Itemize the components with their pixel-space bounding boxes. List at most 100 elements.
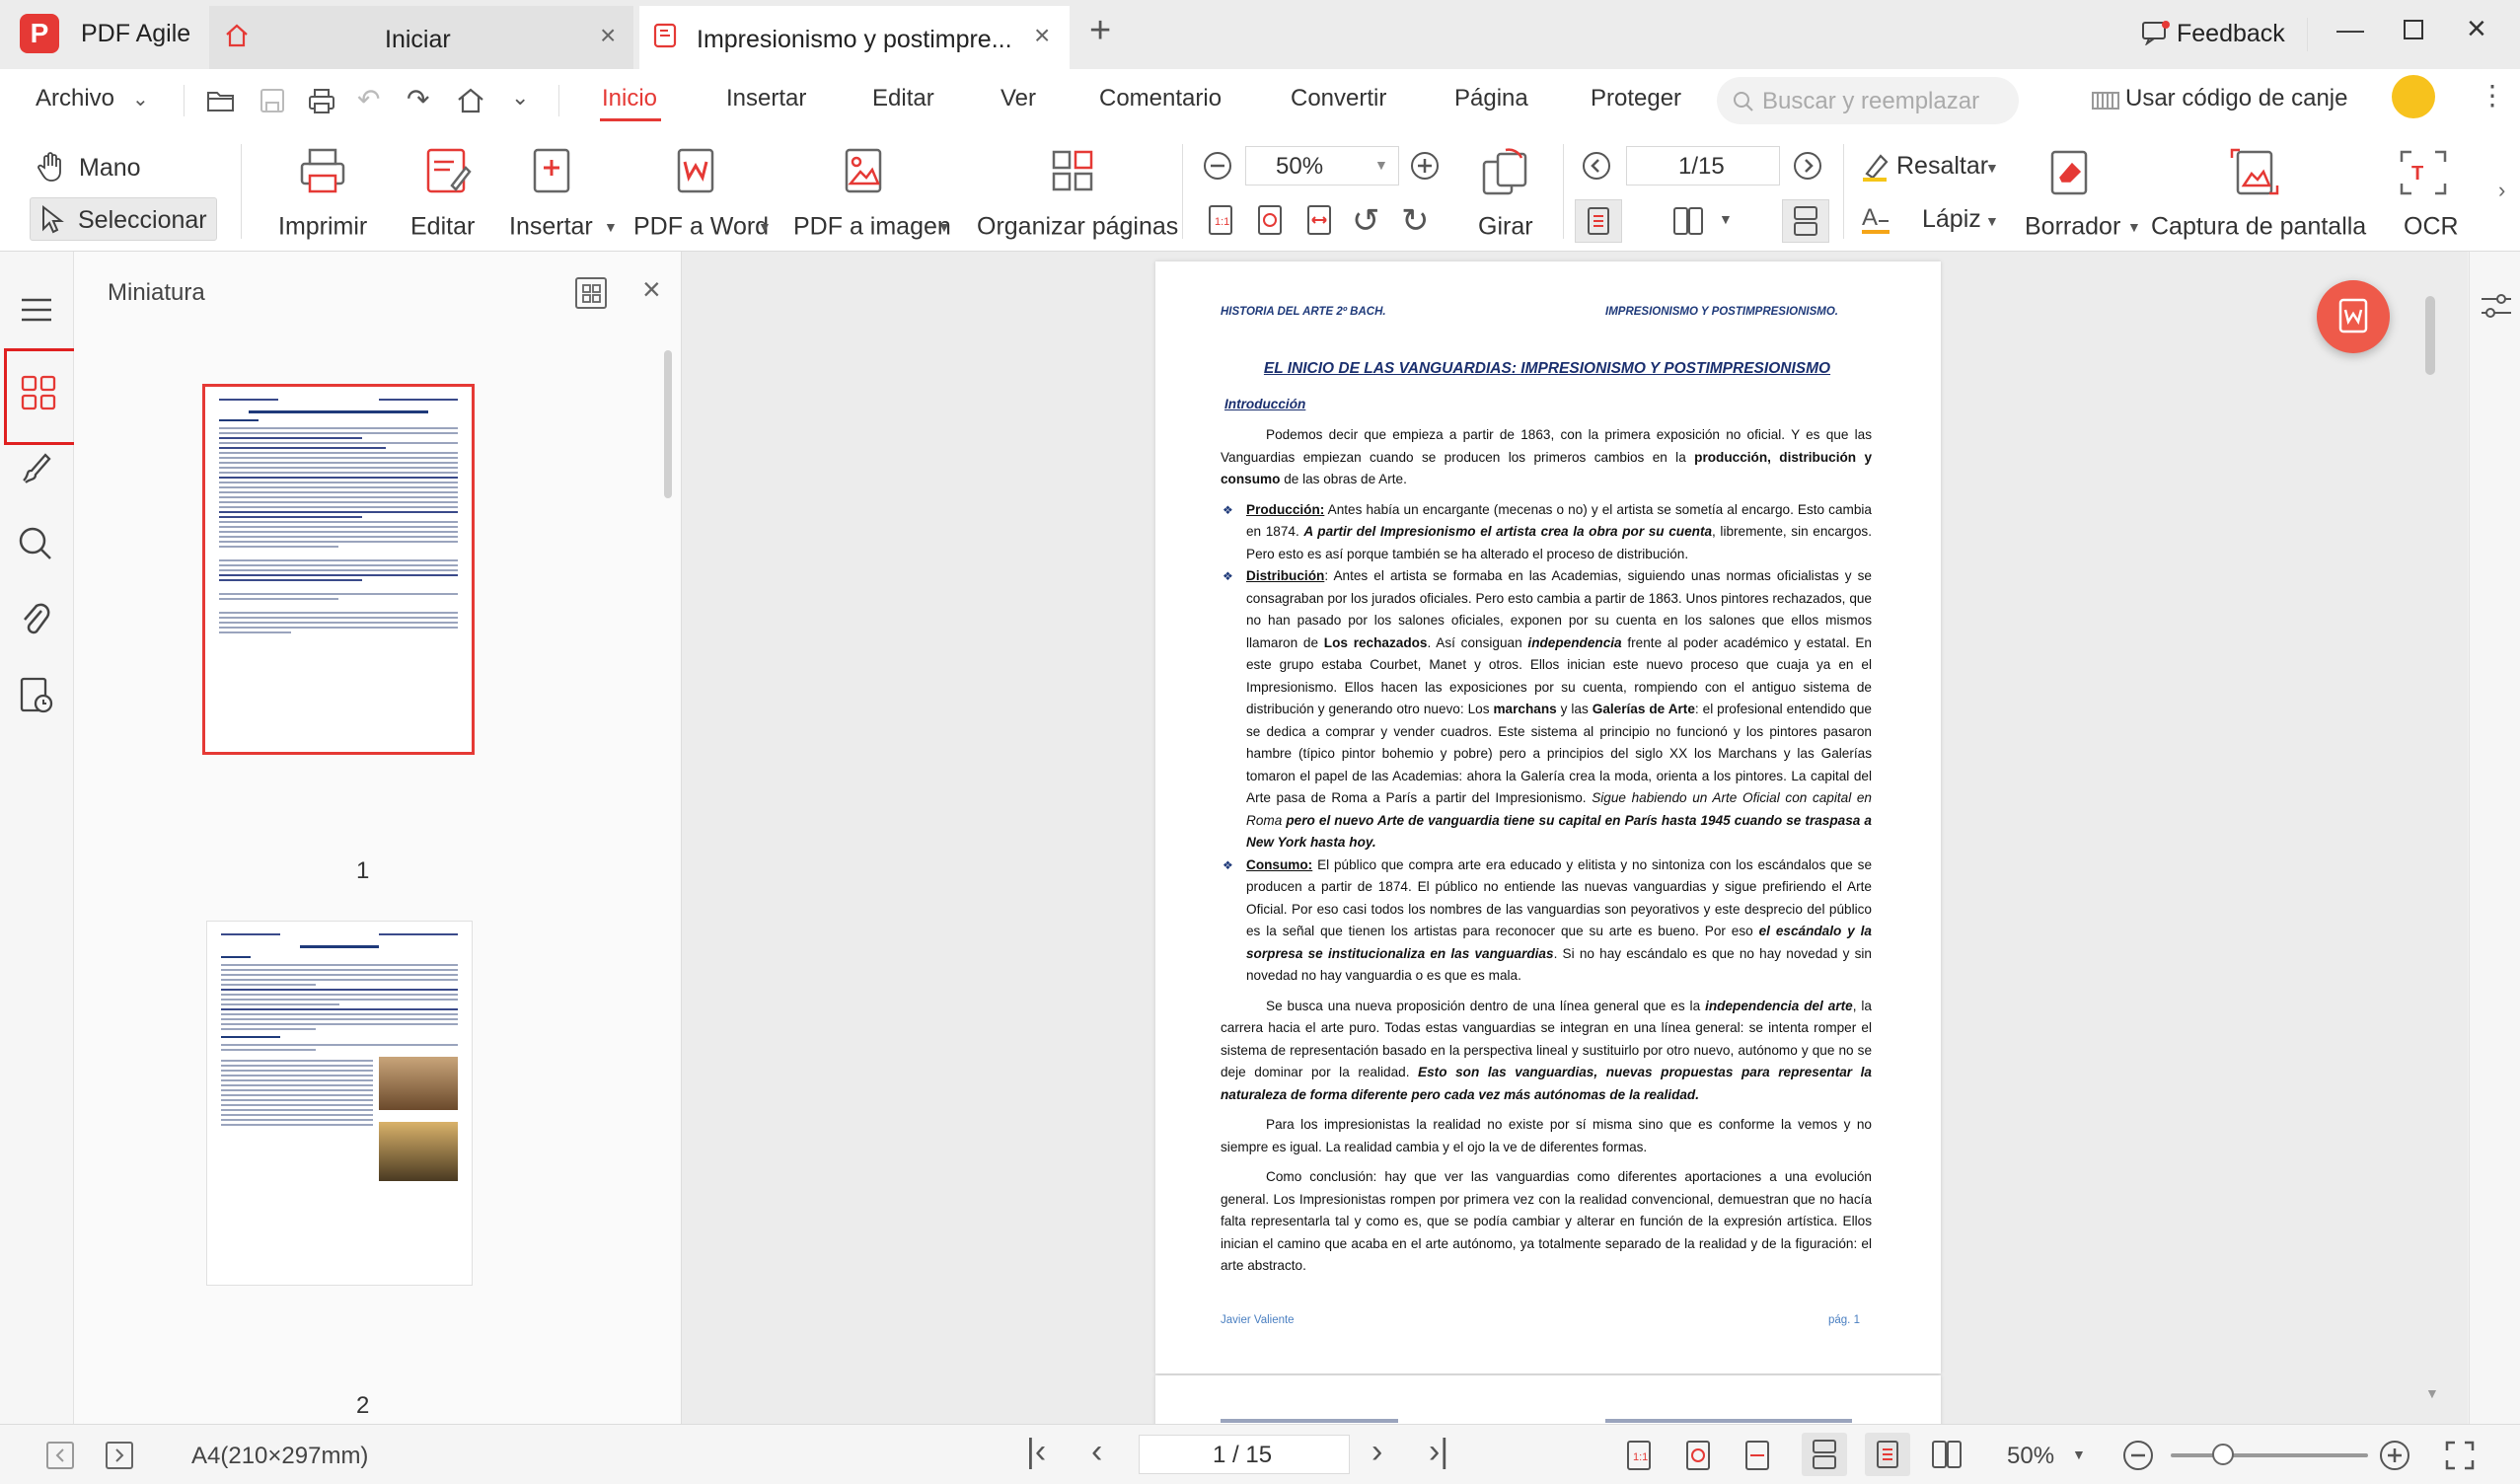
menu-icon[interactable] bbox=[20, 297, 53, 323]
close-icon[interactable]: × bbox=[600, 20, 616, 51]
fit-width-icon[interactable] bbox=[1304, 203, 1334, 237]
collapse-left-icon[interactable] bbox=[43, 1439, 77, 1472]
status-page-input[interactable]: 1 / 15 bbox=[1139, 1435, 1350, 1474]
rotate-left-icon[interactable]: ↺ bbox=[1352, 201, 1380, 241]
search-placeholder: Buscar y reemplazar bbox=[1762, 88, 1980, 114]
search-box[interactable]: Buscar y reemplazar bbox=[1717, 77, 2019, 124]
zoom-slider-thumb[interactable] bbox=[2212, 1444, 2234, 1465]
continuous-view-button[interactable] bbox=[1802, 1433, 1847, 1476]
menu-insertar[interactable]: Insertar bbox=[726, 85, 806, 112]
cursor-icon bbox=[42, 204, 64, 234]
open-folder-icon[interactable] bbox=[205, 87, 237, 114]
new-tab-icon[interactable]: + bbox=[1089, 10, 1111, 52]
menu-comentario[interactable]: Comentario bbox=[1099, 85, 1222, 112]
insert-button[interactable]: Insertar ▼ bbox=[501, 144, 620, 243]
chevron-down-icon[interactable]: ⌄ bbox=[132, 87, 149, 111]
select-tool-button[interactable]: Seleccionar bbox=[30, 197, 217, 241]
zoom-select[interactable]: 50% ▼ bbox=[1245, 146, 1399, 186]
zoom-in-icon[interactable] bbox=[2378, 1439, 2411, 1472]
actual-size-icon[interactable]: 1:1 bbox=[1206, 203, 1235, 237]
actual-size-icon[interactable]: 1:1 bbox=[1624, 1439, 1654, 1472]
next-page-icon[interactable] bbox=[1792, 150, 1823, 182]
home-icon[interactable] bbox=[456, 87, 485, 114]
zoom-out-icon[interactable] bbox=[2121, 1439, 2155, 1472]
page-number-input[interactable]: 1/15 bbox=[1626, 146, 1780, 186]
single-page-view-button[interactable] bbox=[1575, 199, 1622, 243]
close-panel-icon[interactable]: × bbox=[642, 271, 661, 308]
menu-ver[interactable]: Ver bbox=[1001, 85, 1036, 112]
ocr-button[interactable]: T OCR bbox=[2380, 144, 2469, 243]
menu-convertir[interactable]: Convertir bbox=[1291, 85, 1386, 112]
maximize-button[interactable] bbox=[2404, 20, 2423, 39]
screenshot-button[interactable]: Captura de pantalla bbox=[2147, 144, 2366, 243]
continuous-view-button[interactable] bbox=[1782, 199, 1829, 243]
properties-sliders-icon[interactable] bbox=[2480, 291, 2513, 321]
page-thumbnail-1[interactable] bbox=[202, 384, 475, 755]
search-icon[interactable] bbox=[16, 524, 55, 563]
print-button[interactable]: Imprimir bbox=[268, 144, 379, 243]
fit-page-icon[interactable] bbox=[1255, 203, 1285, 237]
zoom-in-icon[interactable] bbox=[1409, 150, 1441, 182]
zoom-slider[interactable] bbox=[2171, 1444, 2368, 1465]
pencil-button[interactable]: A Lápiz ▼ bbox=[1857, 197, 2005, 239]
rotate-button[interactable]: Girar bbox=[1464, 144, 1549, 243]
expand-right-icon[interactable] bbox=[103, 1439, 136, 1472]
menu-more-icon[interactable]: ⋮ bbox=[2479, 79, 2506, 111]
edit-button[interactable]: Editar bbox=[403, 144, 497, 243]
caret-down-icon[interactable]: ▼ bbox=[2072, 1447, 2086, 1462]
menu-archivo[interactable]: Archivo bbox=[36, 85, 114, 112]
minimize-button[interactable]: — bbox=[2336, 14, 2364, 45]
pdf-to-word-button[interactable]: PDF a Word ▼ bbox=[628, 144, 776, 243]
fit-width-icon[interactable] bbox=[1742, 1439, 1772, 1472]
redo-icon[interactable]: ↷ bbox=[407, 83, 429, 115]
hand-icon bbox=[37, 152, 61, 182]
close-icon[interactable]: × bbox=[1034, 20, 1050, 51]
close-window-button[interactable]: × bbox=[2467, 10, 2486, 48]
previous-page-icon[interactable]: ‹ bbox=[1091, 1433, 1102, 1471]
status-zoom-value[interactable]: 50% bbox=[2007, 1443, 2054, 1470]
page-thumbnail-2[interactable] bbox=[206, 921, 473, 1286]
fullscreen-icon[interactable] bbox=[2443, 1439, 2477, 1472]
eraser-button[interactable]: Borrador ▼ bbox=[2019, 144, 2141, 243]
history-document-icon[interactable] bbox=[18, 676, 55, 715]
two-page-view-icon[interactable] bbox=[1671, 205, 1705, 237]
customize-dropdown-icon[interactable]: ⌄ bbox=[511, 85, 529, 111]
tab-document[interactable]: Impresionismo y postimpre... × bbox=[639, 6, 1070, 69]
pdf-file-icon bbox=[653, 23, 677, 48]
next-page-icon[interactable]: › bbox=[1371, 1433, 1382, 1471]
floating-convert-button[interactable] bbox=[2317, 280, 2390, 353]
redeem-code-button[interactable]: Usar código de canje bbox=[2125, 85, 2347, 112]
fit-page-icon[interactable] bbox=[1683, 1439, 1713, 1472]
menu-editar[interactable]: Editar bbox=[872, 85, 934, 112]
thumbnail-grid-icon bbox=[21, 375, 56, 410]
menu-inicio[interactable]: Inicio bbox=[602, 85, 657, 112]
scroll-down-arrow-icon[interactable]: ▼ bbox=[2425, 1385, 2439, 1401]
print-icon[interactable] bbox=[306, 87, 337, 114]
highlight-button[interactable]: Resaltar ▼ bbox=[1857, 146, 2005, 187]
hand-tool-label: Mano bbox=[79, 154, 141, 182]
previous-page-icon[interactable] bbox=[1581, 150, 1612, 182]
attachment-icon[interactable] bbox=[18, 599, 53, 638]
caret-down-icon[interactable]: ▼ bbox=[1719, 211, 1733, 227]
undo-icon[interactable]: ↶ bbox=[357, 83, 380, 115]
two-page-view-icon[interactable] bbox=[1930, 1439, 1964, 1470]
annotation-pen-icon[interactable] bbox=[16, 449, 55, 488]
thumbnail-scrollbar[interactable] bbox=[664, 350, 672, 498]
feedback-button[interactable]: Feedback bbox=[2177, 20, 2285, 48]
last-page-icon[interactable]: ›| bbox=[1429, 1433, 1448, 1471]
rotate-right-icon[interactable]: ↻ bbox=[1401, 201, 1430, 241]
tab-iniciar[interactable]: Iniciar × bbox=[209, 6, 633, 69]
zoom-out-icon[interactable] bbox=[1202, 150, 1233, 182]
thumbnail-options-icon[interactable] bbox=[573, 275, 609, 311]
menu-pagina[interactable]: Página bbox=[1454, 85, 1528, 112]
organize-pages-button[interactable]: Organizar páginas bbox=[975, 144, 1178, 243]
hand-tool-button[interactable]: Mano bbox=[30, 146, 227, 187]
single-page-view-button[interactable] bbox=[1865, 1433, 1910, 1476]
save-icon[interactable] bbox=[259, 87, 286, 114]
menu-proteger[interactable]: Proteger bbox=[1591, 85, 1681, 112]
ribbon-scroll-right-icon[interactable]: › bbox=[2498, 178, 2505, 203]
avatar[interactable] bbox=[2392, 75, 2435, 118]
pdf-to-image-button[interactable]: PDF a imagen ▼ bbox=[789, 144, 957, 243]
document-scrollbar[interactable] bbox=[2425, 296, 2435, 375]
first-page-icon[interactable]: |‹ bbox=[1026, 1433, 1046, 1471]
